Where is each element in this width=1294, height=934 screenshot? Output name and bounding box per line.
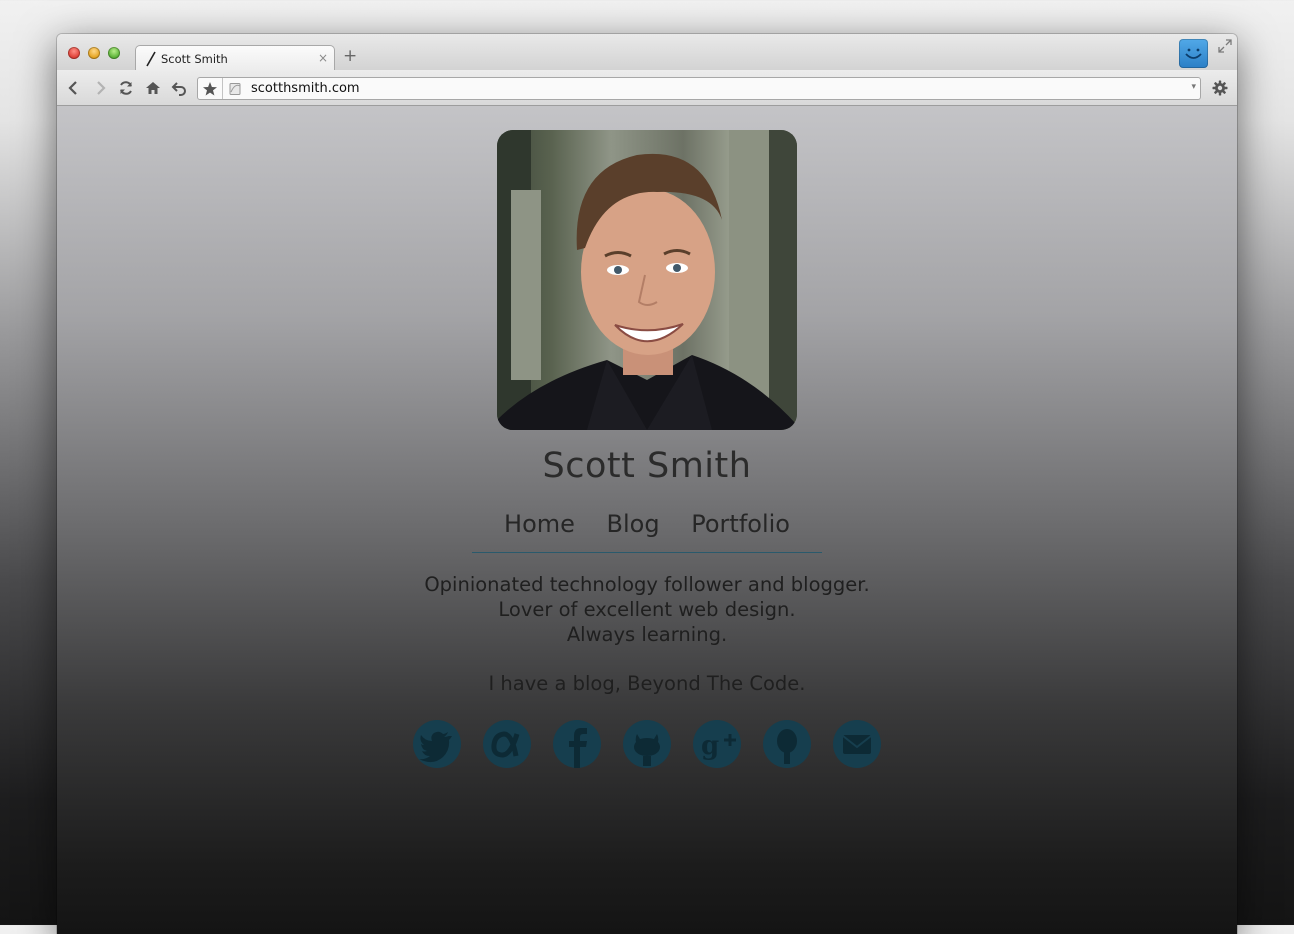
svg-text:g: g: [701, 731, 719, 761]
profile-photo: [497, 130, 797, 430]
tab-title: Scott Smith: [161, 52, 228, 66]
bio-line: Opinionated technology follower and blog…: [424, 573, 870, 596]
app-net-icon[interactable]: [483, 720, 531, 768]
window-zoom-button[interactable]: [108, 47, 120, 59]
google-plus-icon[interactable]: g: [693, 720, 741, 768]
nav-link-home[interactable]: Home: [504, 510, 575, 538]
gear-icon[interactable]: [1211, 79, 1229, 97]
fullscreen-icon[interactable]: [1217, 38, 1233, 54]
address-url: scotthsmith.com: [251, 81, 360, 96]
page-content: Scott Smith Home Blog Portfolio Opiniona…: [57, 106, 1237, 934]
bio-line: Always learning.: [566, 623, 728, 646]
address-dropdown-icon[interactable]: ▾: [1191, 82, 1196, 92]
smiley-extension-icon[interactable]: [1179, 39, 1208, 68]
nav-divider: [472, 552, 822, 553]
address-bar[interactable]: scotthsmith.com ▾: [197, 77, 1201, 100]
portrait-image: [497, 130, 797, 430]
window-minimize-button[interactable]: [88, 47, 100, 59]
reload-icon[interactable]: [117, 79, 135, 97]
slash-favicon-icon: [146, 51, 156, 67]
tab-close-icon[interactable]: ×: [318, 51, 328, 65]
bio-line: Lover of excellent web design.: [498, 598, 796, 621]
twitter-icon[interactable]: [413, 720, 461, 768]
email-icon[interactable]: [833, 720, 881, 768]
undo-icon[interactable]: [171, 79, 189, 97]
bookmark-star-icon[interactable]: [198, 78, 223, 99]
site-title: Scott Smith: [542, 446, 752, 486]
browser-tab[interactable]: Scott Smith ×: [135, 45, 335, 71]
browser-toolbar: scotthsmith.com ▾: [57, 70, 1237, 106]
forward-arrow-icon[interactable]: [91, 79, 109, 97]
home-icon[interactable]: [144, 79, 162, 97]
nav-link-blog[interactable]: Blog: [607, 510, 660, 538]
nav-link-portfolio[interactable]: Portfolio: [691, 510, 790, 538]
window-close-button[interactable]: [68, 47, 80, 59]
github-icon[interactable]: [623, 720, 671, 768]
page-icon: [229, 83, 241, 95]
browser-window: Scott Smith × + scotthsmith.com ▾ Scott …: [57, 34, 1237, 934]
blog-mention[interactable]: I have a blog, Beyond The Code.: [57, 672, 1237, 695]
new-tab-button[interactable]: +: [343, 47, 357, 65]
main-nav: Home Blog Portfolio: [57, 510, 1237, 538]
bio-text: Opinionated technology follower and blog…: [57, 572, 1237, 647]
title-bar: Scott Smith × +: [57, 34, 1237, 71]
quora-icon[interactable]: [763, 720, 811, 768]
facebook-icon[interactable]: [553, 720, 601, 768]
social-links: g: [413, 720, 883, 770]
back-arrow-icon[interactable]: [65, 79, 83, 97]
